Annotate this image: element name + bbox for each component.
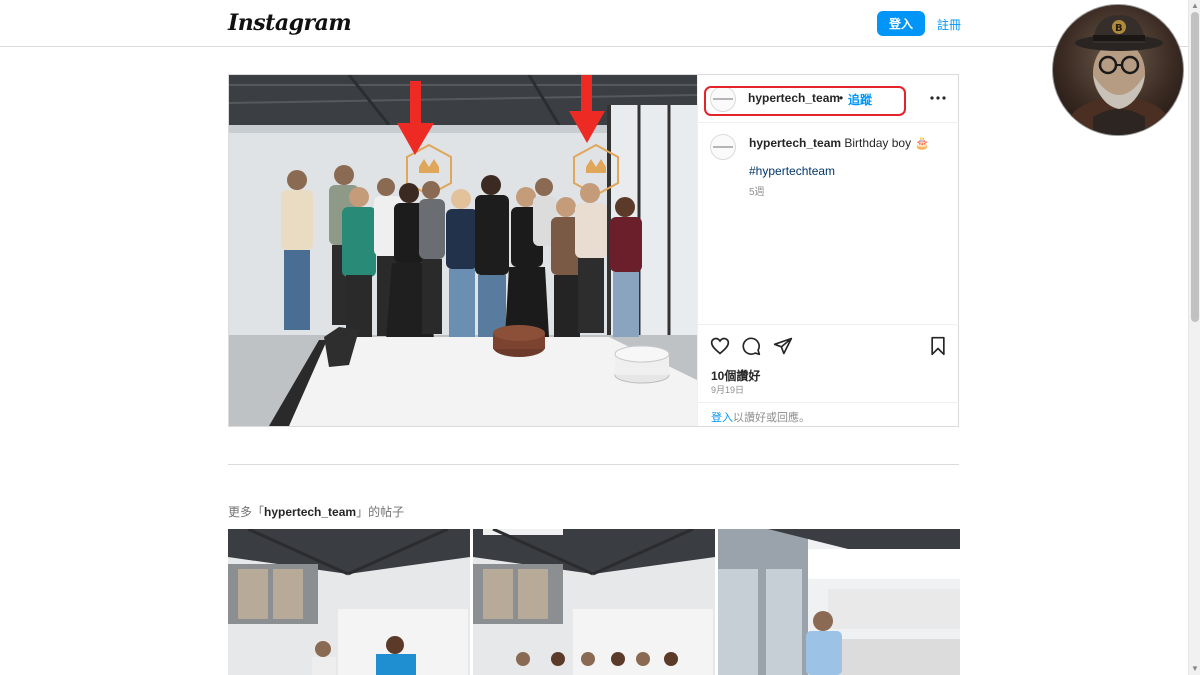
hypertech-logo-icon: [713, 146, 733, 148]
annotation-arrows: [397, 75, 605, 155]
top-navigation-bar: Instagram 登入 註冊: [0, 0, 1188, 47]
more-posts-suffix: 」的帖子: [356, 505, 405, 519]
thumbnail-image: [718, 529, 960, 675]
post-side-panel: hypertech_team • 追蹤 hypertech_team Birth…: [697, 75, 959, 426]
login-to-interact-bar: 登入以讚好或回應。: [698, 402, 959, 426]
comment-icon[interactable]: [741, 336, 761, 356]
caption-author-avatar[interactable]: [710, 134, 736, 160]
post-photo[interactable]: [229, 75, 697, 426]
post-caption: hypertech_team Birthday boy 🎂: [749, 136, 929, 150]
post-header: hypertech_team • 追蹤: [698, 75, 959, 123]
red-highlight-outline: [704, 86, 906, 116]
caption-text: Birthday boy: [844, 136, 912, 150]
login-prompt-text: 以讚好或回應。: [733, 412, 810, 424]
heart-icon[interactable]: [710, 336, 730, 356]
thumbnail-image: [473, 529, 715, 675]
instagram-logo[interactable]: Instagram: [228, 10, 352, 36]
red-arrow-annotation-right: [569, 75, 605, 143]
cake-emoji-icon: 🎂: [914, 136, 930, 150]
caption-hashtag-link[interactable]: #hypertechteam: [749, 164, 835, 178]
page-scrollbar[interactable]: ▲ ▼: [1188, 0, 1200, 675]
caption-age: 5週: [749, 187, 765, 198]
bookmark-icon[interactable]: [928, 336, 948, 356]
login-button[interactable]: 登入: [877, 11, 925, 36]
svg-text:B: B: [1115, 23, 1123, 34]
post-date: 9月19日: [711, 385, 745, 395]
login-prompt: 登入以讚好或回應。: [711, 409, 810, 425]
more-post-thumbnail[interactable]: [228, 529, 470, 675]
more-horizontal-icon[interactable]: [929, 89, 947, 107]
red-arrow-annotation-left: [397, 81, 434, 155]
post-action-bar: [698, 324, 959, 364]
post-card: hypertech_team • 追蹤 hypertech_team Birth…: [228, 74, 959, 427]
like-count[interactable]: 10個讚好: [711, 367, 760, 384]
scroll-down-arrow-icon[interactable]: ▼: [1191, 665, 1199, 673]
paper-plane-icon[interactable]: [773, 336, 793, 356]
section-divider: [228, 464, 959, 465]
thumbnail-image: [228, 529, 470, 675]
login-prompt-link[interactable]: 登入: [711, 412, 733, 424]
scroll-up-arrow-icon[interactable]: ▲: [1191, 2, 1199, 10]
more-posts-prefix: 更多「: [228, 505, 265, 519]
signup-link[interactable]: 註冊: [937, 16, 961, 33]
overlay-avatar-portrait: B: [1067, 15, 1171, 135]
caption-username[interactable]: hypertech_team: [749, 136, 841, 150]
more-posts-username[interactable]: hypertech_team: [264, 505, 356, 519]
scrollbar-thumb[interactable]: [1191, 12, 1199, 322]
overlay-avatar: B: [1052, 4, 1184, 136]
more-post-thumbnail[interactable]: [473, 529, 715, 675]
more-posts-heading: 更多「hypertech_team」的帖子: [228, 503, 404, 520]
more-post-thumbnail[interactable]: [718, 529, 960, 675]
